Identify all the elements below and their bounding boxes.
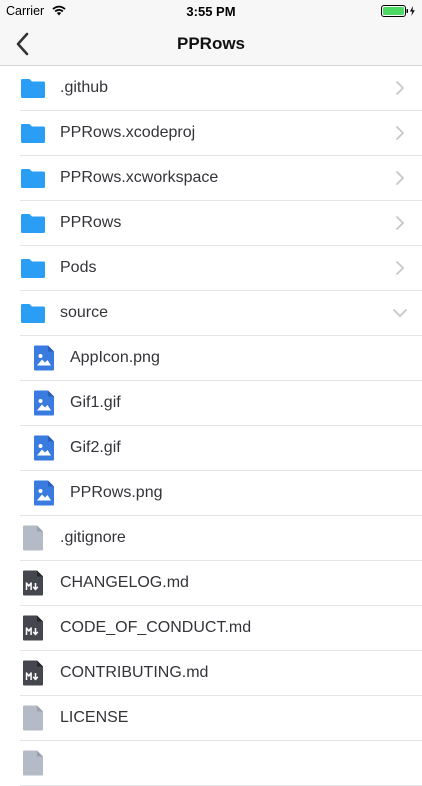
file-row[interactable]: PPRows.png — [0, 471, 422, 516]
file-name: source — [60, 304, 109, 321]
chevron-right-icon — [396, 171, 404, 185]
file-row[interactable]: AppIcon.png — [0, 336, 422, 381]
folder-icon — [21, 169, 45, 188]
file-list: .github PPRows.xcodeproj PPRows.xcworkspac… — [0, 66, 422, 786]
page-title: PPRows — [176, 34, 246, 53]
file-name: Gif1.gif — [70, 394, 121, 411]
chevron-right-icon — [396, 261, 404, 275]
file-row[interactable]: Gif1.gif — [0, 381, 422, 426]
image-file-icon — [34, 345, 54, 371]
folder-icon — [21, 304, 45, 323]
chevron-down-icon — [393, 309, 407, 317]
status-time: 3:55 PM — [186, 4, 236, 19]
file-name: Gif2.gif — [70, 439, 121, 456]
file-name: PPRows.png — [70, 484, 163, 501]
folder-row[interactable]: PPRows.xcodeproj — [0, 111, 422, 156]
file-row[interactable]: .gitignore — [0, 516, 422, 561]
file-name: .gitignore — [60, 529, 126, 546]
file-name: Pods — [60, 259, 97, 276]
file-name: PPRows.xcodeproj — [60, 124, 196, 141]
file-icon — [23, 705, 43, 731]
status-bar: Carrier 3:55 PM — [0, 0, 422, 22]
image-file-icon — [34, 480, 54, 506]
battery-charging-icon — [381, 5, 415, 17]
file-row[interactable] — [0, 741, 422, 786]
file-name: .github — [60, 79, 109, 96]
folder-row[interactable]: source — [0, 291, 422, 336]
file-row[interactable]: CHANGELOG.md — [0, 561, 422, 606]
markdown-file-icon — [23, 615, 43, 641]
chevron-right-icon — [396, 81, 404, 95]
folder-icon — [21, 124, 45, 143]
markdown-file-icon — [23, 570, 43, 596]
folder-row[interactable]: Pods — [0, 246, 422, 291]
image-file-icon — [34, 390, 54, 416]
navigation-bar: PPRows — [0, 22, 422, 66]
file-row[interactable]: LICENSE — [0, 696, 422, 741]
folder-row[interactable]: .github — [0, 66, 422, 111]
file-name: CONTRIBUTING.md — [60, 664, 209, 681]
folder-row[interactable]: PPRows — [0, 201, 422, 246]
file-icon — [23, 525, 43, 551]
file-name: AppIcon.png — [70, 349, 160, 366]
folder-icon — [21, 214, 45, 233]
file-row[interactable]: CONTRIBUTING.md — [0, 651, 422, 696]
file-name: CHANGELOG.md — [60, 574, 189, 591]
markdown-file-icon — [23, 660, 43, 686]
file-name: LICENSE — [60, 709, 129, 726]
folder-row[interactable]: PPRows.xcworkspace — [0, 156, 422, 201]
file-icon — [23, 750, 43, 776]
image-file-icon — [34, 435, 54, 461]
file-row[interactable]: CODE_OF_CONDUCT.md — [0, 606, 422, 651]
folder-icon — [21, 259, 45, 278]
folder-icon — [21, 79, 45, 98]
file-name: PPRows — [60, 214, 122, 231]
file-row[interactable]: Gif2.gif — [0, 426, 422, 471]
file-name: PPRows.xcworkspace — [60, 169, 219, 186]
chevron-right-icon — [396, 216, 404, 230]
file-name: CODE_OF_CONDUCT.md — [60, 619, 252, 636]
chevron-right-icon — [396, 126, 404, 140]
